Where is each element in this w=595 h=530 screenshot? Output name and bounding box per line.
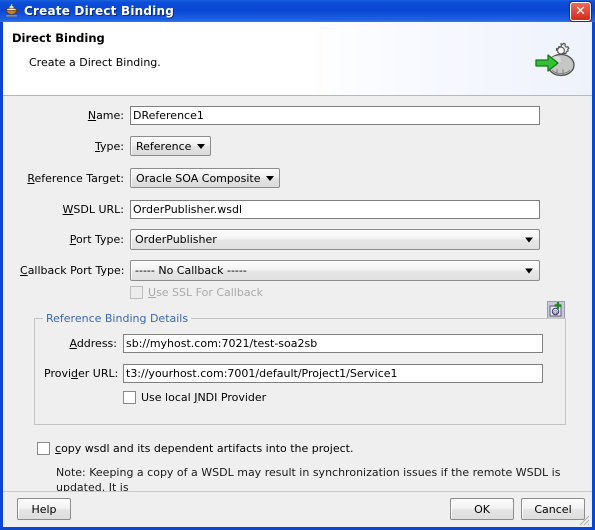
use-ssl-for-callback-label: Use SSL For Callback [148, 286, 264, 299]
reference-binding-details-group: Reference Binding Details Address: sb://… [34, 312, 566, 425]
chevron-down-icon [525, 268, 533, 273]
wsdl-url-label: WSDL URL: [62, 203, 125, 216]
provider-url-input[interactable]: t3://yourhost.com:7001/default/Project1/… [123, 364, 543, 383]
close-icon[interactable]: ✕ [570, 2, 591, 21]
cancel-button[interactable]: Cancel [521, 498, 585, 520]
add-wsdl-url-icon[interactable]: @ [547, 301, 565, 319]
row-use-ssl-for-callback: Use SSL For Callback [130, 286, 263, 299]
row-name: Name: DReference1 [20, 106, 540, 125]
use-local-jndi-label: Use local JNDI Provider [141, 391, 267, 404]
name-label: Name: [87, 109, 124, 122]
copy-wsdl-label: copy wsdl and its dependent artifacts in… [55, 442, 354, 455]
window-title: Create Direct Binding [24, 4, 175, 18]
callback-port-type-dropdown[interactable]: ----- No Callback ----- [130, 260, 540, 281]
reference-binding-details-legend: Reference Binding Details [43, 312, 192, 325]
row-callback-port-type: Callback Port Type: ----- No Callback --… [20, 260, 540, 281]
port-type-value: OrderPublisher [135, 233, 217, 246]
create-direct-binding-dialog: Create Direct Binding ✕ Direct Binding C… [0, 0, 595, 530]
use-local-jndi-checkbox[interactable] [123, 391, 136, 404]
row-reference-target: Reference Target: Oracle SOA Composite [20, 168, 281, 188]
address-label: Address: [69, 337, 117, 350]
title-bar: Create Direct Binding ✕ [0, 0, 595, 22]
row-port-type: Port Type: OrderPublisher [20, 229, 540, 250]
row-use-local-jndi: Use local JNDI Provider [123, 391, 266, 404]
row-address: Address: sb://myhost.com:7021/test-soa2s… [44, 334, 543, 353]
ok-button[interactable]: OK [450, 498, 514, 520]
address-input[interactable]: sb://myhost.com:7021/test-soa2sb [123, 334, 543, 353]
java-coffee-cup-icon [4, 3, 20, 19]
row-type: Type: Reference [20, 136, 212, 156]
copy-wsdl-checkbox[interactable] [37, 442, 50, 455]
name-input[interactable]: DReference1 [130, 106, 540, 125]
reference-target-combobox-value: Oracle SOA Composite [136, 171, 261, 185]
reference-target-combobox[interactable]: Oracle SOA Composite [130, 168, 281, 188]
type-combobox[interactable]: Reference [130, 136, 212, 156]
port-type-dropdown[interactable]: OrderPublisher [130, 229, 540, 250]
type-combobox-value: Reference [136, 139, 192, 153]
page-title: Direct Binding [12, 31, 105, 45]
type-label: Type: [95, 139, 124, 153]
row-copy-wsdl: copy wsdl and its dependent artifacts in… [37, 442, 353, 455]
dialog-header: Direct Binding Create a Direct Binding. [3, 22, 592, 96]
page-subtitle: Create a Direct Binding. [29, 56, 161, 69]
resize-grip-icon[interactable] [578, 514, 590, 526]
reference-target-label: Reference Target: [27, 171, 124, 185]
provider-url-label: Provider URL: [44, 367, 119, 380]
wsdl-url-input[interactable]: OrderPublisher.wsdl [130, 200, 540, 219]
chevron-down-icon [525, 237, 533, 242]
callback-port-type-value: ----- No Callback ----- [135, 264, 247, 277]
callback-port-type-label: Callback Port Type: [20, 264, 125, 277]
gear-arrow-binding-icon [532, 38, 578, 82]
chevron-down-icon [266, 175, 275, 181]
row-provider-url: Provider URL: t3://yourhost.com:7001/def… [44, 364, 543, 383]
use-ssl-for-callback-checkbox [130, 286, 143, 299]
svg-text:@: @ [553, 310, 558, 316]
port-type-label: Port Type: [69, 233, 124, 246]
row-wsdl-url: WSDL URL: OrderPublisher.wsdl [20, 200, 540, 219]
dialog-button-bar: Help OK Cancel [3, 491, 592, 527]
chevron-down-icon [197, 143, 206, 149]
help-button[interactable]: Help [17, 498, 71, 520]
dialog-body: Name: DReference1 Type: Reference Refere… [3, 96, 592, 524]
